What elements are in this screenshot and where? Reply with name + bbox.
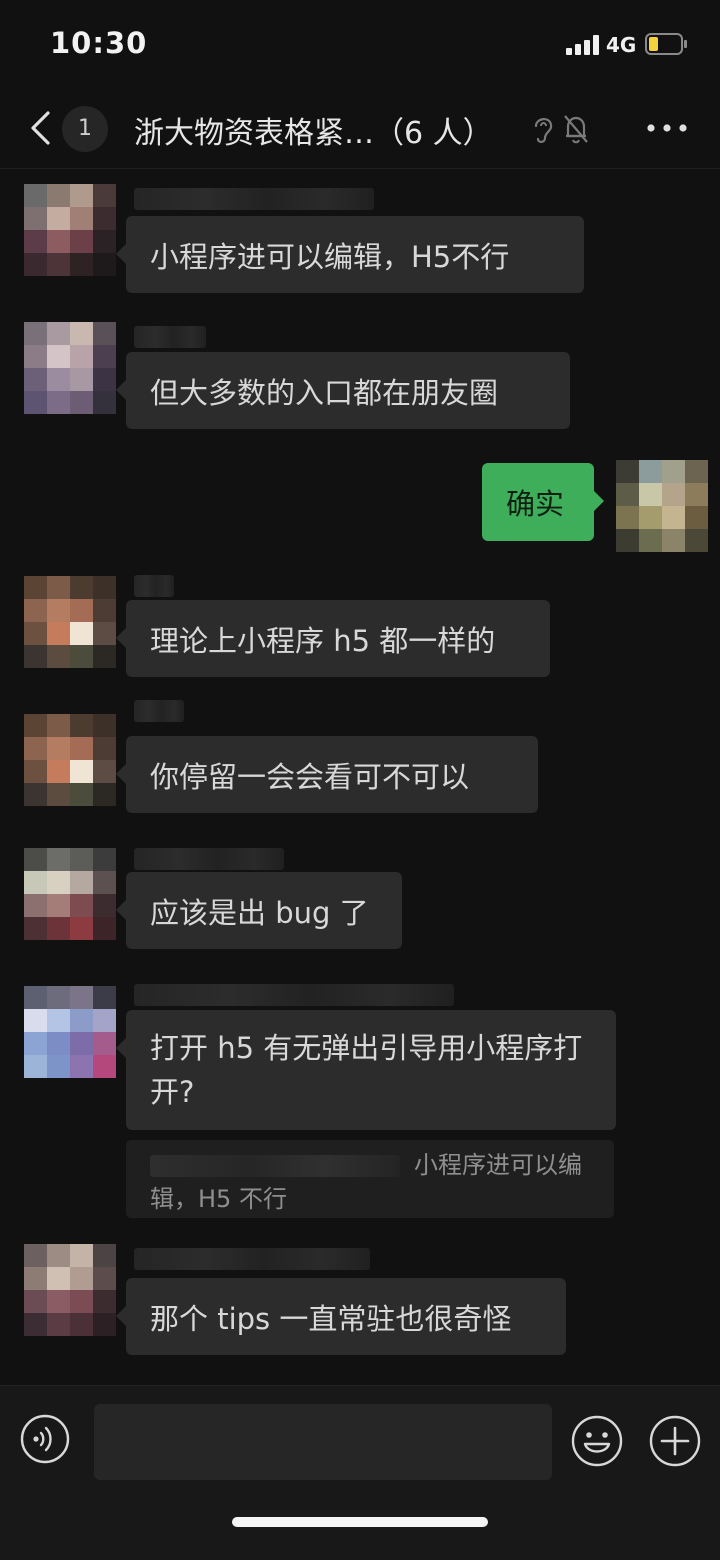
message-bubble: 理论上小程序 h5 都一样的: [116, 600, 550, 677]
more-dots-icon[interactable]: [646, 118, 688, 138]
sender-name-blurred: [134, 848, 284, 870]
message-bubble: 那个 tips 一直常驻也很奇怪: [116, 1278, 566, 1355]
sender-name-blurred: [134, 188, 374, 210]
unread-count-badge[interactable]: 1: [62, 106, 108, 152]
quoted-message: 小程序进可以编辑，H5 不行: [126, 1140, 614, 1218]
avatar-self[interactable]: [616, 460, 708, 552]
sender-name-blurred: [134, 575, 174, 597]
sender-name-blurred: [134, 700, 184, 722]
avatar[interactable]: [24, 576, 116, 668]
input-bar: [0, 1385, 720, 1560]
battery-level-fill: [649, 37, 658, 51]
sender-name-blurred: [134, 326, 206, 348]
message-bubble: 你停留一会会看可不可以: [116, 736, 538, 813]
message-bubble: 应该是出 bug 了: [116, 872, 402, 949]
avatar[interactable]: [24, 184, 116, 276]
mute-bell-icon: [564, 115, 588, 144]
home-indicator: [232, 1517, 488, 1527]
message-bubble: 但大多数的入口都在朋友圈: [116, 352, 570, 429]
avatar[interactable]: [24, 714, 116, 806]
avatar[interactable]: [24, 1244, 116, 1336]
avatar[interactable]: [24, 848, 116, 940]
chat-title[interactable]: 浙大物资表格紧…（6 人）: [134, 108, 493, 152]
message-bubble-outgoing: 确实: [482, 463, 604, 541]
message-input[interactable]: [94, 1404, 552, 1480]
signal-strength-icon: [566, 35, 600, 55]
emoji-icon[interactable]: [570, 1414, 624, 1468]
status-bar: 10:30 4G: [0, 0, 720, 90]
avatar[interactable]: [24, 986, 116, 1078]
back-chevron-icon[interactable]: [28, 110, 54, 146]
sender-name-blurred: [134, 984, 454, 1006]
status-time: 10:30: [50, 26, 148, 60]
sender-name-blurred: [134, 1248, 370, 1270]
chat-header: 1 浙大物资表格紧…（6 人）: [0, 90, 720, 169]
message-bubble: 小程序进可以编辑，H5不行: [116, 216, 584, 293]
ear-icon: [534, 118, 553, 143]
network-type: 4G: [606, 33, 637, 57]
battery-icon: [645, 33, 687, 55]
quoted-sender-blurred: [150, 1155, 400, 1177]
message-bubble: 打开 h5 有无弹出引导用小程序打开?: [116, 1010, 616, 1130]
avatar[interactable]: [24, 322, 116, 414]
voice-icon[interactable]: [20, 1414, 70, 1464]
plus-icon[interactable]: [648, 1414, 702, 1468]
